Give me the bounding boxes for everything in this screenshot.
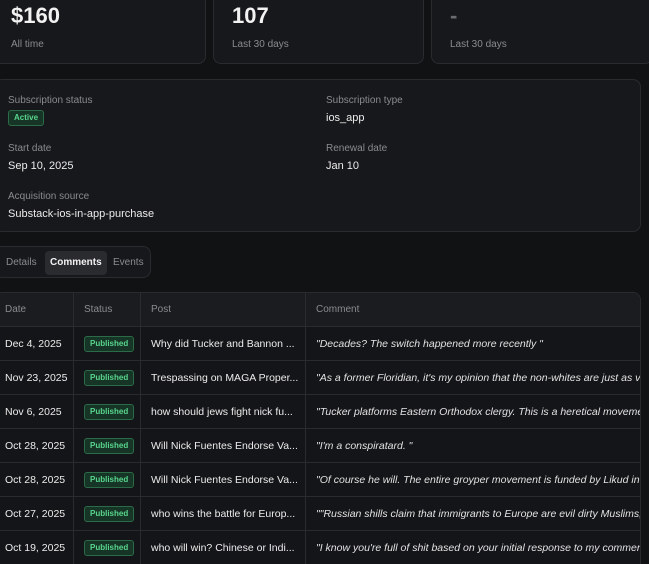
- stat-value: 107: [232, 3, 269, 28]
- table-row[interactable]: Nov 6, 2025 Published how should jews fi…: [0, 395, 640, 429]
- subscription-status-field: Subscription status Active: [8, 95, 93, 126]
- status-badge: Published: [84, 370, 135, 387]
- table-row[interactable]: Nov 23, 2025 Published Trespassing on MA…: [0, 361, 640, 395]
- column-header-status[interactable]: Status: [74, 293, 141, 327]
- post-title-link[interactable]: Will Nick Fuentes Endorse Va...: [141, 463, 306, 497]
- comment-status-cell: Published: [74, 531, 141, 564]
- stat-value: $160: [11, 3, 60, 28]
- subscriber-detail-page: $160 All time 107 Last 30 days - Last 30…: [0, 0, 649, 564]
- field-label: Renewal date: [326, 143, 388, 154]
- field-value: Jan 10: [326, 160, 360, 172]
- comment-text: "Of course he will. The entire groyper m…: [316, 474, 641, 486]
- status-badge: Active: [8, 110, 45, 126]
- post-title-link[interactable]: Why did Tucker and Bannon ...: [141, 327, 306, 361]
- status-badge: Published: [84, 506, 135, 523]
- stat-label: Last 30 days: [450, 39, 507, 50]
- comment-text: "Tucker platforms Eastern Orthodox clerg…: [316, 406, 641, 418]
- field-value: Sep 10, 2025: [8, 160, 74, 172]
- stat-value: -: [450, 3, 458, 28]
- comment-text: ""Russian shills claim that immigrants t…: [316, 508, 641, 520]
- comment-status-cell: Published: [74, 395, 141, 429]
- comment-text: "I'm a conspiratard. ": [316, 440, 413, 452]
- field-label: Start date: [8, 143, 52, 154]
- column-header-date[interactable]: Date: [0, 293, 74, 327]
- tab-comments[interactable]: Comments: [45, 251, 107, 275]
- status-badge: Published: [84, 336, 135, 353]
- field-label: Subscription type: [326, 95, 403, 106]
- stat-card-activity: 107 Last 30 days: [213, 0, 424, 64]
- comment-date: Nov 23, 2025: [0, 361, 74, 395]
- status-badge: Published: [84, 472, 135, 489]
- comment-date: Oct 28, 2025: [0, 463, 74, 497]
- subscription-type-field: Subscription type ios_app: [326, 95, 403, 124]
- comment-date: Oct 27, 2025: [0, 497, 74, 531]
- comment-date: Nov 6, 2025: [0, 395, 74, 429]
- comment-status-cell: Published: [74, 463, 141, 497]
- comment-text: "I know you're full of shit based on you…: [316, 542, 641, 554]
- comment-text: "Decades? The switch happened more recen…: [316, 338, 543, 350]
- stat-label: Last 30 days: [232, 39, 289, 50]
- column-header-post[interactable]: Post: [141, 293, 306, 327]
- acquisition-source-field: Acquisition source Substack-ios-in-app-p…: [8, 191, 154, 220]
- stats-row: $160 All time 107 Last 30 days - Last 30…: [0, 0, 649, 65]
- detail-tabs: Details Comments Events: [0, 246, 151, 278]
- tab-details[interactable]: Details: [1, 251, 42, 275]
- table-row[interactable]: Oct 19, 2025 Published who will win? Chi…: [0, 531, 640, 564]
- comment-date: Oct 19, 2025: [0, 531, 74, 564]
- comment-status-cell: Published: [74, 327, 141, 361]
- field-label: Acquisition source: [8, 191, 90, 202]
- comments-table: Date Status Post Comment Dec 4, 2025 Pub…: [0, 292, 641, 564]
- comment-status-cell: Published: [74, 361, 141, 395]
- stat-card-empty: - Last 30 days: [431, 0, 649, 64]
- stat-label: All time: [11, 39, 44, 50]
- field-label: Subscription status: [8, 95, 93, 106]
- comment-status-cell: Published: [74, 497, 141, 531]
- post-title-link[interactable]: who wins the battle for Europ...: [141, 497, 306, 531]
- post-title-link[interactable]: how should jews fight nick fu...: [141, 395, 306, 429]
- field-value: Substack-ios-in-app-purchase: [8, 208, 155, 220]
- comment-text: "As a former Floridian, it's my opinion …: [316, 372, 641, 384]
- column-header-comment[interactable]: Comment: [306, 293, 640, 327]
- subscription-info-card: Subscription status Active Subscription …: [0, 79, 641, 232]
- comment-date: Dec 4, 2025: [0, 327, 74, 361]
- table-header-row: Date Status Post Comment: [0, 293, 640, 327]
- table-row[interactable]: Oct 28, 2025 Published Will Nick Fuentes…: [0, 463, 640, 497]
- stat-card-revenue: $160 All time: [0, 0, 206, 64]
- renewal-date-field: Renewal date Jan 10: [326, 143, 387, 172]
- post-title-link[interactable]: Trespassing on MAGA Proper...: [141, 361, 306, 395]
- field-value: ios_app: [326, 112, 365, 124]
- comment-date: Oct 28, 2025: [0, 429, 74, 463]
- post-title-link[interactable]: Will Nick Fuentes Endorse Va...: [141, 429, 306, 463]
- status-badge: Published: [84, 404, 135, 421]
- tab-events[interactable]: Events: [108, 251, 149, 275]
- table-row[interactable]: Dec 4, 2025 Published Why did Tucker and…: [0, 327, 640, 361]
- table-row[interactable]: Oct 27, 2025 Published who wins the batt…: [0, 497, 640, 531]
- status-badge: Published: [84, 438, 135, 455]
- start-date-field: Start date Sep 10, 2025: [8, 143, 73, 172]
- post-title-link[interactable]: who will win? Chinese or Indi...: [141, 531, 306, 564]
- table-row[interactable]: Oct 28, 2025 Published Will Nick Fuentes…: [0, 429, 640, 463]
- comment-status-cell: Published: [74, 429, 141, 463]
- status-badge: Published: [84, 540, 135, 557]
